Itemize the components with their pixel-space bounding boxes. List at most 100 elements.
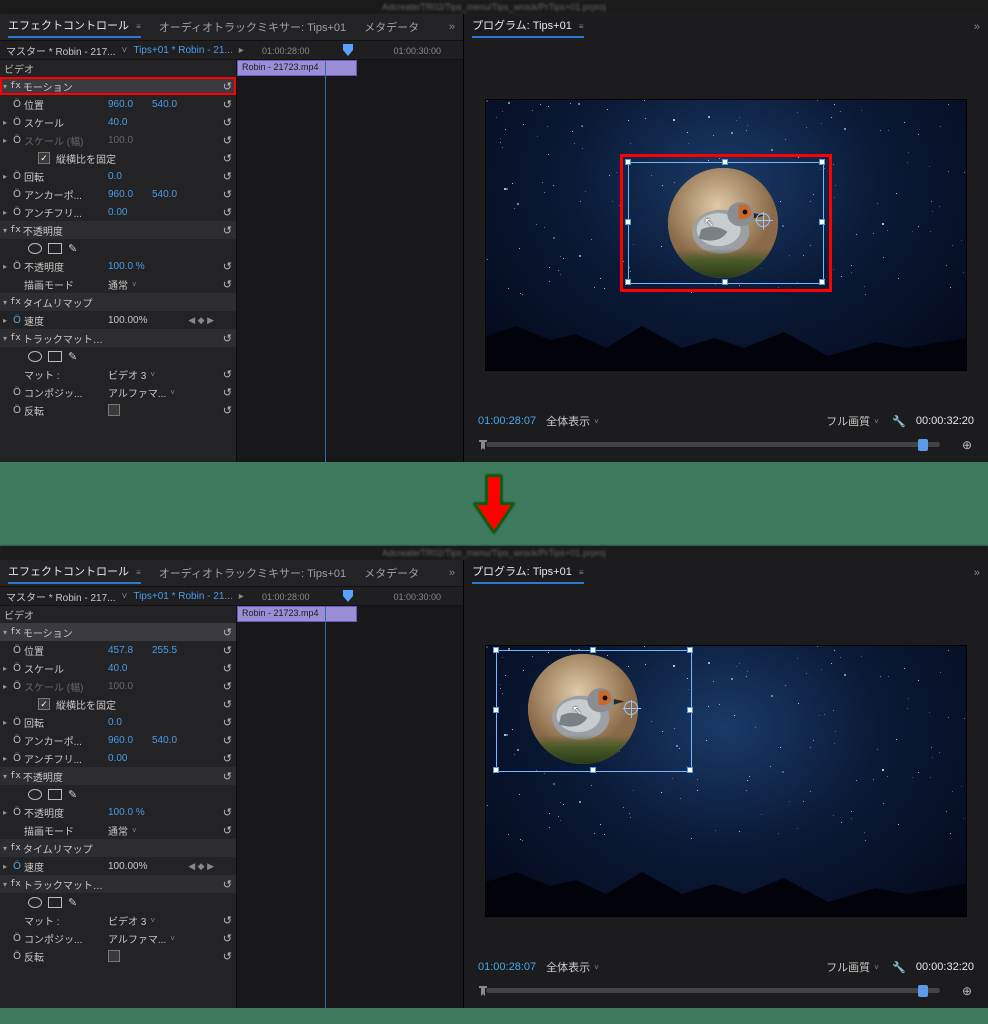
value[interactable]: 100.00%	[108, 315, 152, 326]
stopwatch-icon[interactable]: Ö	[10, 717, 24, 728]
stopwatch-icon[interactable]: Ö	[10, 663, 24, 674]
reset-icon[interactable]: ↺	[223, 824, 232, 837]
playhead-icon[interactable]	[343, 44, 353, 58]
tab-audio-mixer[interactable]: オーディオトラックミキサー: Tips+01	[159, 19, 346, 35]
panel-menu-icon[interactable]: ≡	[136, 568, 141, 577]
reset-icon[interactable]: ↺	[223, 662, 232, 675]
reset-icon[interactable]: ↺	[223, 752, 232, 765]
reset-icon[interactable]: ↺	[223, 188, 232, 201]
value[interactable]: 40.0	[108, 117, 152, 128]
reset-icon[interactable]: ↺	[223, 626, 232, 639]
twirl-icon[interactable]: ▾	[0, 628, 10, 637]
tab-metadata[interactable]: メタデータ	[364, 19, 419, 35]
stopwatch-icon[interactable]: Ö	[10, 99, 24, 110]
reset-icon[interactable]: ↺	[223, 644, 232, 657]
stopwatch-icon[interactable]: Ö	[10, 405, 24, 416]
sequence-link[interactable]: Tips+01 * Robin - 21...	[133, 45, 232, 56]
value-y[interactable]: 540.0	[152, 189, 192, 200]
tab-program[interactable]: プログラム: Tips+01 ≡	[472, 17, 584, 38]
bbox-handle[interactable]	[722, 279, 728, 285]
zoom-dropdown[interactable]: 全体表示˅	[546, 413, 616, 429]
matte-dropdown[interactable]: ビデオ 3˅	[108, 913, 178, 928]
blend-dropdown[interactable]: 通常˅	[108, 277, 178, 292]
stopwatch-icon[interactable]: Ö	[10, 207, 24, 218]
bbox-handle[interactable]	[493, 707, 499, 713]
playbar[interactable]: ⊕	[474, 434, 978, 458]
keyframe-nav[interactable]: ◀ ◆ ▶	[188, 861, 214, 872]
value-x[interactable]: 457.8	[108, 645, 152, 656]
bbox-handle[interactable]	[722, 159, 728, 165]
wrench-icon[interactable]: 🔧	[892, 961, 906, 974]
bbox-handle[interactable]	[687, 707, 693, 713]
playbar-handle[interactable]	[918, 439, 928, 451]
bbox-handle[interactable]	[687, 647, 693, 653]
twirl-icon[interactable]: ▸	[0, 664, 10, 673]
panel-menu-icon[interactable]: ≡	[579, 22, 584, 31]
checkbox[interactable]: ✓	[38, 698, 50, 710]
stopwatch-icon[interactable]: Ö	[10, 387, 24, 398]
reset-icon[interactable]: ↺	[223, 914, 232, 927]
reset-icon[interactable]: ↺	[223, 98, 232, 111]
value[interactable]: 100.0 %	[108, 261, 152, 272]
stopwatch-icon[interactable]: Ö	[10, 933, 24, 944]
reset-icon[interactable]: ↺	[223, 80, 232, 93]
program-monitor[interactable]: ↖	[486, 100, 966, 370]
effect-timeremap-header[interactable]: ▾fxタイムリマップ	[0, 293, 236, 311]
ellipse-mask-icon[interactable]	[28, 897, 42, 908]
chevron-down-icon[interactable]: ˅	[121, 45, 127, 56]
effect-opacity-header[interactable]: ▾fx不透明度↺	[0, 221, 236, 239]
blend-dropdown[interactable]: 通常˅	[108, 823, 178, 838]
program-monitor[interactable]: ↖	[486, 646, 966, 916]
effect-timeline[interactable]: Robin - 21723.mp4	[236, 606, 463, 1008]
reset-icon[interactable]: ↺	[223, 386, 232, 399]
add-icon[interactable]: ⊕	[962, 984, 972, 998]
reset-icon[interactable]: ↺	[223, 170, 232, 183]
zoom-dropdown[interactable]: 全体表示˅	[546, 959, 616, 975]
anchor-point-icon[interactable]	[624, 701, 638, 715]
ellipse-mask-icon[interactable]	[28, 789, 42, 800]
checkbox[interactable]: ✓	[38, 152, 50, 164]
value[interactable]: 0.00	[108, 207, 152, 218]
effect-motion-header[interactable]: ▾ fx モーション ↺	[0, 623, 236, 641]
reset-icon[interactable]: ↺	[223, 260, 232, 273]
selection-bbox[interactable]	[496, 650, 692, 772]
reset-icon[interactable]: ↺	[223, 368, 232, 381]
reset-icon[interactable]: ↺	[223, 734, 232, 747]
bbox-handle[interactable]	[819, 279, 825, 285]
bbox-handle[interactable]	[687, 767, 693, 773]
value[interactable]: 0.0	[108, 717, 152, 728]
ellipse-mask-icon[interactable]	[28, 243, 42, 254]
current-timecode[interactable]: 01:00:28:07	[478, 961, 536, 973]
pen-mask-icon[interactable]: ✎	[68, 242, 77, 255]
composite-dropdown[interactable]: アルファマ...˅	[108, 931, 178, 946]
reset-icon[interactable]: ↺	[223, 404, 232, 417]
value[interactable]: 0.00	[108, 753, 152, 764]
value[interactable]: 0.0	[108, 171, 152, 182]
checkbox[interactable]	[108, 950, 120, 962]
sequence-link[interactable]: Tips+01 * Robin - 21...	[133, 591, 232, 602]
reset-icon[interactable]: ↺	[223, 806, 232, 819]
tab-metadata[interactable]: メタデータ	[364, 565, 419, 581]
tab-audio-mixer[interactable]: オーディオトラックミキサー: Tips+01	[159, 565, 346, 581]
stopwatch-icon[interactable]: Ö	[10, 951, 24, 962]
selection-bbox[interactable]	[628, 162, 824, 284]
tab-program[interactable]: プログラム: Tips+01 ≡	[472, 563, 584, 584]
reset-icon[interactable]: ↺	[223, 932, 232, 945]
clip-bar[interactable]: Robin - 21723.mp4	[237, 606, 357, 622]
bbox-handle[interactable]	[590, 647, 596, 653]
tab-effect-controls[interactable]: エフェクトコントロール ≡	[8, 17, 141, 38]
quality-dropdown[interactable]: フル画質˅	[826, 413, 882, 429]
reset-icon[interactable]: ↺	[223, 950, 232, 963]
stopwatch-icon[interactable]: Ö	[10, 171, 24, 182]
checkbox[interactable]	[108, 404, 120, 416]
reset-icon[interactable]: ↺	[223, 332, 232, 345]
reset-icon[interactable]: ↺	[223, 152, 232, 165]
value-y[interactable]: 540.0	[152, 735, 192, 746]
keyframe-nav[interactable]: ◀ ◆ ▶	[188, 315, 214, 326]
bbox-handle[interactable]	[625, 279, 631, 285]
effect-opacity-header[interactable]: ▾fx不透明度↺	[0, 767, 236, 785]
stopwatch-icon[interactable]: Ö	[10, 315, 24, 326]
rect-mask-icon[interactable]	[48, 243, 62, 254]
composite-dropdown[interactable]: アルファマ...˅	[108, 385, 178, 400]
stopwatch-icon[interactable]: Ö	[10, 261, 24, 272]
